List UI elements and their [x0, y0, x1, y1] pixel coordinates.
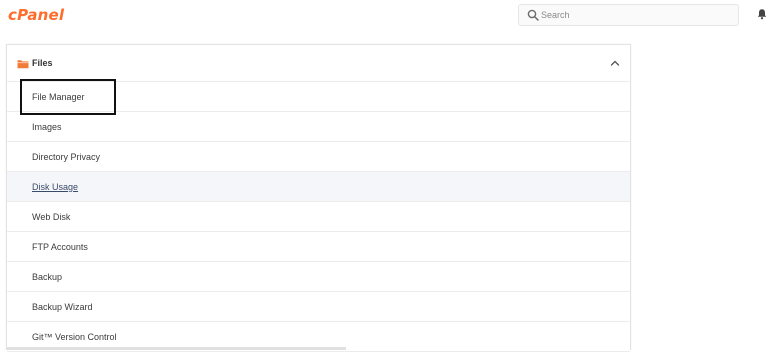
list-item-disk-usage[interactable]: Disk Usage: [7, 172, 630, 202]
list-item-web-disk[interactable]: Web Disk: [7, 202, 630, 232]
folder-icon: [17, 60, 29, 69]
files-list: File Manager Images Directory Privacy Di…: [7, 82, 630, 352]
list-item-directory-privacy[interactable]: Directory Privacy: [7, 142, 630, 172]
list-item-ftp-accounts[interactable]: FTP Accounts: [7, 232, 630, 262]
list-item-backup-wizard[interactable]: Backup Wizard: [7, 292, 630, 322]
list-item-label: Disk Usage: [32, 182, 79, 192]
list-item-label: Backup: [32, 272, 63, 282]
top-bar: cPanel: [0, 0, 768, 32]
list-item-images[interactable]: Images: [7, 112, 630, 142]
search-icon: [527, 9, 539, 21]
panel-title: Files: [32, 58, 53, 68]
list-item-label: Backup Wizard: [32, 302, 93, 312]
file-manager-highlight: [20, 79, 116, 115]
list-item-label: Web Disk: [32, 212, 71, 222]
chevron-up-icon[interactable]: [610, 59, 620, 67]
search-box[interactable]: [518, 4, 739, 26]
files-panel-header[interactable]: Files: [7, 45, 630, 82]
bell-icon[interactable]: [756, 8, 768, 20]
cpanel-logo[interactable]: cPanel: [8, 6, 64, 24]
list-item-label: Images: [32, 122, 62, 132]
search-input[interactable]: [541, 5, 731, 25]
list-item-label: FTP Accounts: [32, 242, 88, 252]
list-item-label: Directory Privacy: [32, 152, 101, 162]
list-item-label: Git™ Version Control: [32, 332, 117, 342]
list-item-backup[interactable]: Backup: [7, 262, 630, 292]
